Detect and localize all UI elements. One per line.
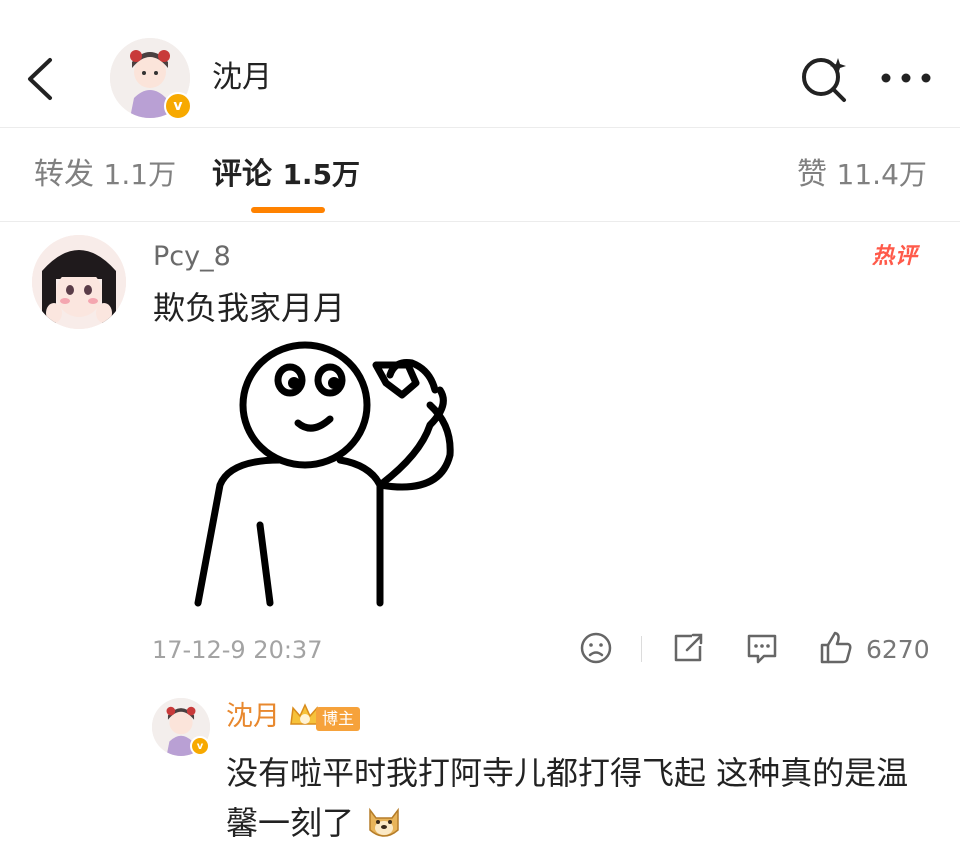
thumbs-up-icon [820, 631, 852, 664]
meme-image[interactable] [190, 335, 490, 615]
tab-reposts-label: 转发 [34, 157, 94, 192]
hot-comment-badge: 热评 [872, 244, 919, 269]
doge-emoji-icon [364, 804, 404, 840]
bottom-fade [700, 845, 940, 859]
comment-timestamp: 17-12-9 20:37 [152, 636, 323, 664]
tab-reposts-count: 1.1万 [103, 158, 177, 191]
tab-comments-count: 1.5万 [282, 158, 361, 191]
reply-username[interactable]: 沈月 [226, 698, 280, 736]
verified-badge-icon: v [164, 92, 192, 120]
commenter-avatar[interactable] [32, 235, 126, 329]
more-button[interactable] [878, 60, 934, 96]
sad-face-icon [580, 632, 612, 664]
commenter-username[interactable]: Pcy_8 [153, 238, 231, 276]
tab-reposts[interactable]: 转发 1.1万 [34, 154, 176, 196]
verified-badge-icon: v [190, 736, 210, 756]
share-button[interactable] [668, 628, 708, 668]
active-tab-indicator [251, 207, 325, 213]
tab-comments[interactable]: 评论 1.5万 [212, 154, 360, 196]
avatar-illustration [32, 235, 126, 329]
like-button[interactable] [816, 628, 856, 668]
tab-likes-label: 赞 [797, 157, 827, 192]
reply-text: 没有啦平时我打阿寺儿都打得飞起 这种真的是温馨一刻了 [226, 754, 909, 842]
header-divider [0, 127, 960, 128]
back-button[interactable] [18, 52, 66, 106]
reply-text-wrapper: 没有啦平时我打阿寺儿都打得飞起 这种真的是温馨一刻了 [226, 748, 926, 848]
tab-likes[interactable]: 赞 11.4万 [797, 154, 927, 196]
header-title[interactable]: 沈月 [212, 58, 272, 98]
tab-comments-label: 评论 [212, 157, 272, 192]
more-dots-icon [881, 73, 931, 83]
search-button[interactable] [798, 52, 850, 104]
action-separator [641, 636, 642, 662]
comment-bubble-icon [747, 634, 777, 664]
tabs-divider [0, 221, 960, 222]
like-count: 6270 [866, 635, 930, 664]
share-icon [674, 633, 703, 662]
chevron-left-icon [28, 58, 52, 100]
dislike-button[interactable] [576, 628, 616, 668]
stick-figure-meme [194, 341, 454, 607]
blogger-badge: 博主 [316, 707, 361, 731]
reply-button[interactable] [742, 628, 782, 668]
tab-likes-count: 11.4万 [836, 158, 927, 191]
comment-text: 欺负我家月月 [153, 289, 346, 327]
search-icon [802, 58, 846, 102]
